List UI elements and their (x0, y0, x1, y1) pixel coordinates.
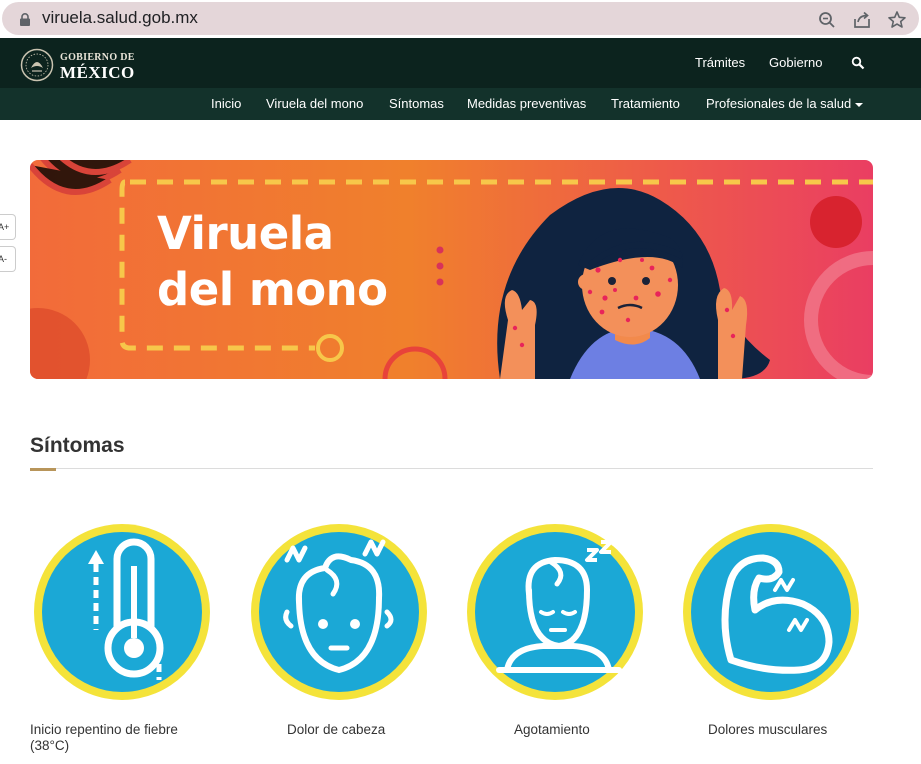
gov-header: GOBIERNO DE MÉXICO Trámites Gobierno (0, 38, 921, 88)
nav-item-profesionales[interactable]: Profesionales de la salud (706, 96, 864, 111)
star-icon[interactable] (887, 10, 907, 30)
logo-top-text: GOBIERNO DE (60, 52, 135, 63)
symptom-label-fatigue: Agotamiento (514, 722, 590, 737)
font-increase-button[interactable]: A+ (0, 214, 16, 240)
headache-icon (251, 524, 427, 700)
nav-item-tratamiento[interactable]: Tratamiento (611, 96, 680, 111)
muscle-pain-icon (683, 524, 859, 700)
caret-down-icon (855, 102, 864, 107)
symptom-label-muscle-pain: Dolores musculares (708, 722, 828, 737)
browser-address-bar: viruela.salud.gob.mx (0, 0, 921, 38)
main-nav: Inicio Viruela del mono Síntomas Medidas… (0, 88, 921, 120)
logo-main-text: MÉXICO (60, 63, 135, 82)
link-tramites[interactable]: Trámites (695, 55, 745, 70)
thermometer-icon (34, 524, 210, 700)
nav-item-medidas-preventivas[interactable]: Medidas preventivas (467, 96, 586, 111)
lock-icon[interactable] (19, 13, 31, 26)
share-icon[interactable] (852, 10, 872, 30)
nav-item-inicio[interactable]: Inicio (211, 96, 241, 111)
symptom-label-fever: Inicio repentino de fiebre (38°C) (30, 722, 178, 753)
font-decrease-button[interactable]: A- (0, 246, 16, 272)
section-title: Síntomas (30, 434, 125, 457)
fatigue-icon (467, 524, 643, 700)
gobierno-mexico-logo[interactable]: GOBIERNO DE MÉXICO (20, 48, 140, 82)
section-accent-bar (30, 468, 56, 471)
omnibox[interactable]: viruela.salud.gob.mx (2, 2, 919, 35)
banner-title: Viruela del mono (157, 207, 388, 316)
font-increase-label: A+ (0, 222, 10, 232)
section-divider (30, 468, 873, 469)
hero-banner: Viruela del mono (30, 160, 873, 379)
zoom-icon[interactable] (817, 10, 837, 30)
link-gobierno[interactable]: Gobierno (769, 55, 822, 70)
search-icon[interactable] (851, 56, 865, 70)
url-text[interactable]: viruela.salud.gob.mx (42, 8, 198, 28)
symptom-label-headache: Dolor de cabeza (287, 722, 386, 737)
nav-item-viruela-del-mono[interactable]: Viruela del mono (266, 96, 363, 111)
font-decrease-label: A- (0, 254, 7, 264)
nav-item-sintomas[interactable]: Síntomas (389, 96, 444, 111)
national-seal-icon (20, 48, 54, 82)
nav-item-profesionales-label: Profesionales de la salud (706, 96, 852, 111)
